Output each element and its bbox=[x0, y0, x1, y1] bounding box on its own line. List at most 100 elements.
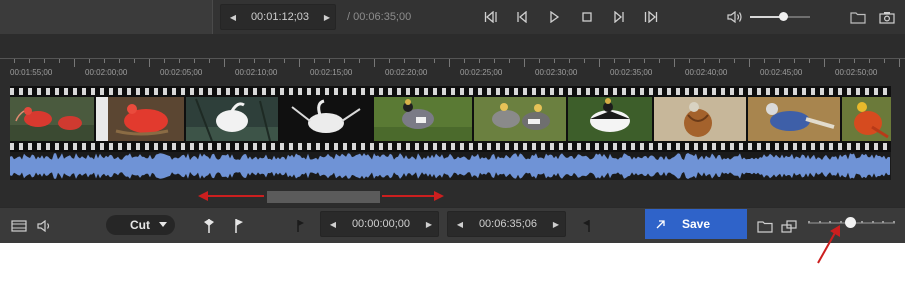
mark-out-flag-icon[interactable] bbox=[230, 217, 248, 235]
end-time-box[interactable]: ◀ 00:06:35;06 ▶ bbox=[447, 211, 566, 237]
ruler-time-label: 00:02:00;00 bbox=[85, 68, 128, 77]
zoom-step-dot bbox=[808, 221, 810, 223]
start-time-increment-icon[interactable]: ▶ bbox=[419, 212, 439, 236]
previous-frame-icon[interactable] bbox=[514, 9, 530, 25]
start-time-decrement-icon[interactable]: ◀ bbox=[323, 212, 343, 236]
start-time-box[interactable]: ◀ 00:00:00;00 ▶ bbox=[320, 211, 439, 237]
ruler-minor-tick bbox=[419, 59, 420, 63]
ruler-minor-tick bbox=[464, 59, 465, 63]
ruler-minor-tick bbox=[89, 59, 90, 63]
ruler-minor-tick bbox=[479, 59, 480, 63]
ruler-minor-tick bbox=[809, 59, 810, 63]
ruler-minor-tick bbox=[554, 59, 555, 63]
ruler-time-label: 00:02:40;00 bbox=[685, 68, 728, 77]
zoom-step-dot bbox=[893, 221, 895, 223]
ruler-minor-tick bbox=[329, 59, 330, 63]
play-icon[interactable] bbox=[546, 9, 562, 25]
output-folder-icon[interactable] bbox=[756, 217, 774, 235]
ruler-minor-tick bbox=[59, 59, 60, 63]
ruler-major-tick bbox=[374, 59, 375, 67]
ruler-minor-tick bbox=[119, 59, 120, 63]
zoom-knob[interactable] bbox=[845, 217, 856, 228]
end-time[interactable]: 00:06:35;06 bbox=[472, 212, 544, 236]
total-duration: / 00:06:35;00 bbox=[347, 11, 412, 23]
export-arrow-icon bbox=[656, 220, 665, 229]
film-sprockets-top bbox=[10, 88, 891, 95]
volume-slider[interactable] bbox=[750, 12, 810, 21]
go-to-end-icon[interactable] bbox=[643, 9, 659, 25]
timeline-scroll-thumb[interactable] bbox=[267, 191, 380, 203]
fit-to-window-icon[interactable] bbox=[780, 217, 798, 235]
ruler-minor-tick bbox=[314, 59, 315, 63]
go-to-start-icon[interactable] bbox=[483, 9, 499, 25]
ruler-minor-tick bbox=[689, 59, 690, 63]
end-time-decrement-icon[interactable]: ◀ bbox=[450, 212, 470, 236]
start-marker-flag-icon[interactable] bbox=[292, 217, 310, 235]
edit-toolbar: Cut ◀ 00:00:00;00 ▶ ◀ 00:06:35;06 ▶ Save bbox=[0, 207, 905, 243]
ruler-minor-tick bbox=[344, 59, 345, 63]
save-button[interactable]: Save bbox=[645, 209, 747, 239]
ruler-minor-tick bbox=[854, 59, 855, 63]
frame-thumbnail bbox=[374, 97, 472, 141]
ruler-minor-tick bbox=[869, 59, 870, 63]
ruler-major-tick bbox=[749, 59, 750, 67]
playback-toolbar: ◀ 00:01:12;03 ▶ / 00:06:35;00 bbox=[0, 0, 905, 34]
current-time-box[interactable]: ◀ 00:01:12;03 ▶ bbox=[220, 4, 336, 30]
stop-icon[interactable] bbox=[579, 9, 595, 25]
ruler-time-label: 00:02:35;00 bbox=[610, 68, 653, 77]
ruler-major-tick bbox=[74, 59, 75, 67]
ruler-minor-tick bbox=[104, 59, 105, 63]
ruler-minor-tick bbox=[839, 59, 840, 63]
volume-knob[interactable] bbox=[779, 12, 788, 21]
ruler-minor-tick bbox=[734, 59, 735, 63]
ruler-minor-tick bbox=[44, 59, 45, 63]
ruler-minor-tick bbox=[29, 59, 30, 63]
end-time-increment-icon[interactable]: ▶ bbox=[546, 212, 566, 236]
frame-thumbnail bbox=[280, 97, 372, 141]
end-marker-flag-icon[interactable] bbox=[577, 217, 595, 235]
ruler-major-tick bbox=[899, 59, 900, 67]
save-button-label: Save bbox=[681, 217, 711, 231]
speaker-icon[interactable] bbox=[727, 9, 743, 25]
ruler-minor-tick bbox=[134, 59, 135, 63]
edit-mode-label: Cut bbox=[130, 218, 150, 232]
ruler-minor-tick bbox=[884, 59, 885, 63]
snapshot-camera-icon[interactable] bbox=[879, 9, 895, 25]
ruler-minor-tick bbox=[404, 59, 405, 63]
start-time[interactable]: 00:00:00;00 bbox=[345, 212, 417, 236]
time-ruler[interactable]: 00:01:55;00 00:02:00;00 00:02:05;00 00:02:1… bbox=[0, 58, 905, 82]
ruler-time-label: 00:02:05;00 bbox=[160, 68, 203, 77]
ruler-minor-tick bbox=[659, 59, 660, 63]
frame-thumbnail bbox=[842, 97, 891, 141]
ruler-major-tick bbox=[824, 59, 825, 67]
mark-in-flag-icon[interactable] bbox=[200, 217, 218, 235]
folder-icon[interactable] bbox=[850, 9, 866, 25]
timeline-panel: 00:01:55;00 00:02:00;00 00:02:05;00 00:02:1… bbox=[0, 34, 905, 207]
edit-mode-select[interactable]: Cut bbox=[106, 215, 175, 235]
audio-track[interactable] bbox=[10, 152, 891, 180]
ruler-minor-tick bbox=[779, 59, 780, 63]
timeline-scrollbar[interactable] bbox=[0, 188, 905, 207]
zoom-step-dot bbox=[882, 221, 884, 223]
next-frame-icon[interactable] bbox=[611, 9, 627, 25]
prev-frame-arrow-icon[interactable]: ◀ bbox=[223, 5, 243, 29]
ruler-minor-tick bbox=[764, 59, 765, 63]
audio-speaker-icon[interactable] bbox=[36, 217, 54, 235]
ruler-minor-tick bbox=[389, 59, 390, 63]
chevron-down-icon bbox=[159, 222, 167, 227]
ruler-minor-tick bbox=[194, 59, 195, 63]
ruler-minor-tick bbox=[164, 59, 165, 63]
ruler-minor-tick bbox=[584, 59, 585, 63]
ruler-minor-tick bbox=[629, 59, 630, 63]
video-editor: ◀ 00:01:12;03 ▶ / 00:06:35;00 00:01:55;0… bbox=[0, 0, 905, 281]
video-track[interactable] bbox=[10, 86, 891, 152]
ruler-time-label: 00:02:10;00 bbox=[235, 68, 278, 77]
ruler-minor-tick bbox=[704, 59, 705, 63]
ruler-minor-tick bbox=[14, 59, 15, 63]
current-time[interactable]: 00:01:12;03 bbox=[245, 5, 315, 29]
ruler-minor-tick bbox=[179, 59, 180, 63]
next-frame-arrow-icon[interactable]: ▶ bbox=[317, 5, 337, 29]
film-icon[interactable] bbox=[10, 217, 28, 235]
ruler-major-tick bbox=[524, 59, 525, 67]
ruler-minor-tick bbox=[239, 59, 240, 63]
